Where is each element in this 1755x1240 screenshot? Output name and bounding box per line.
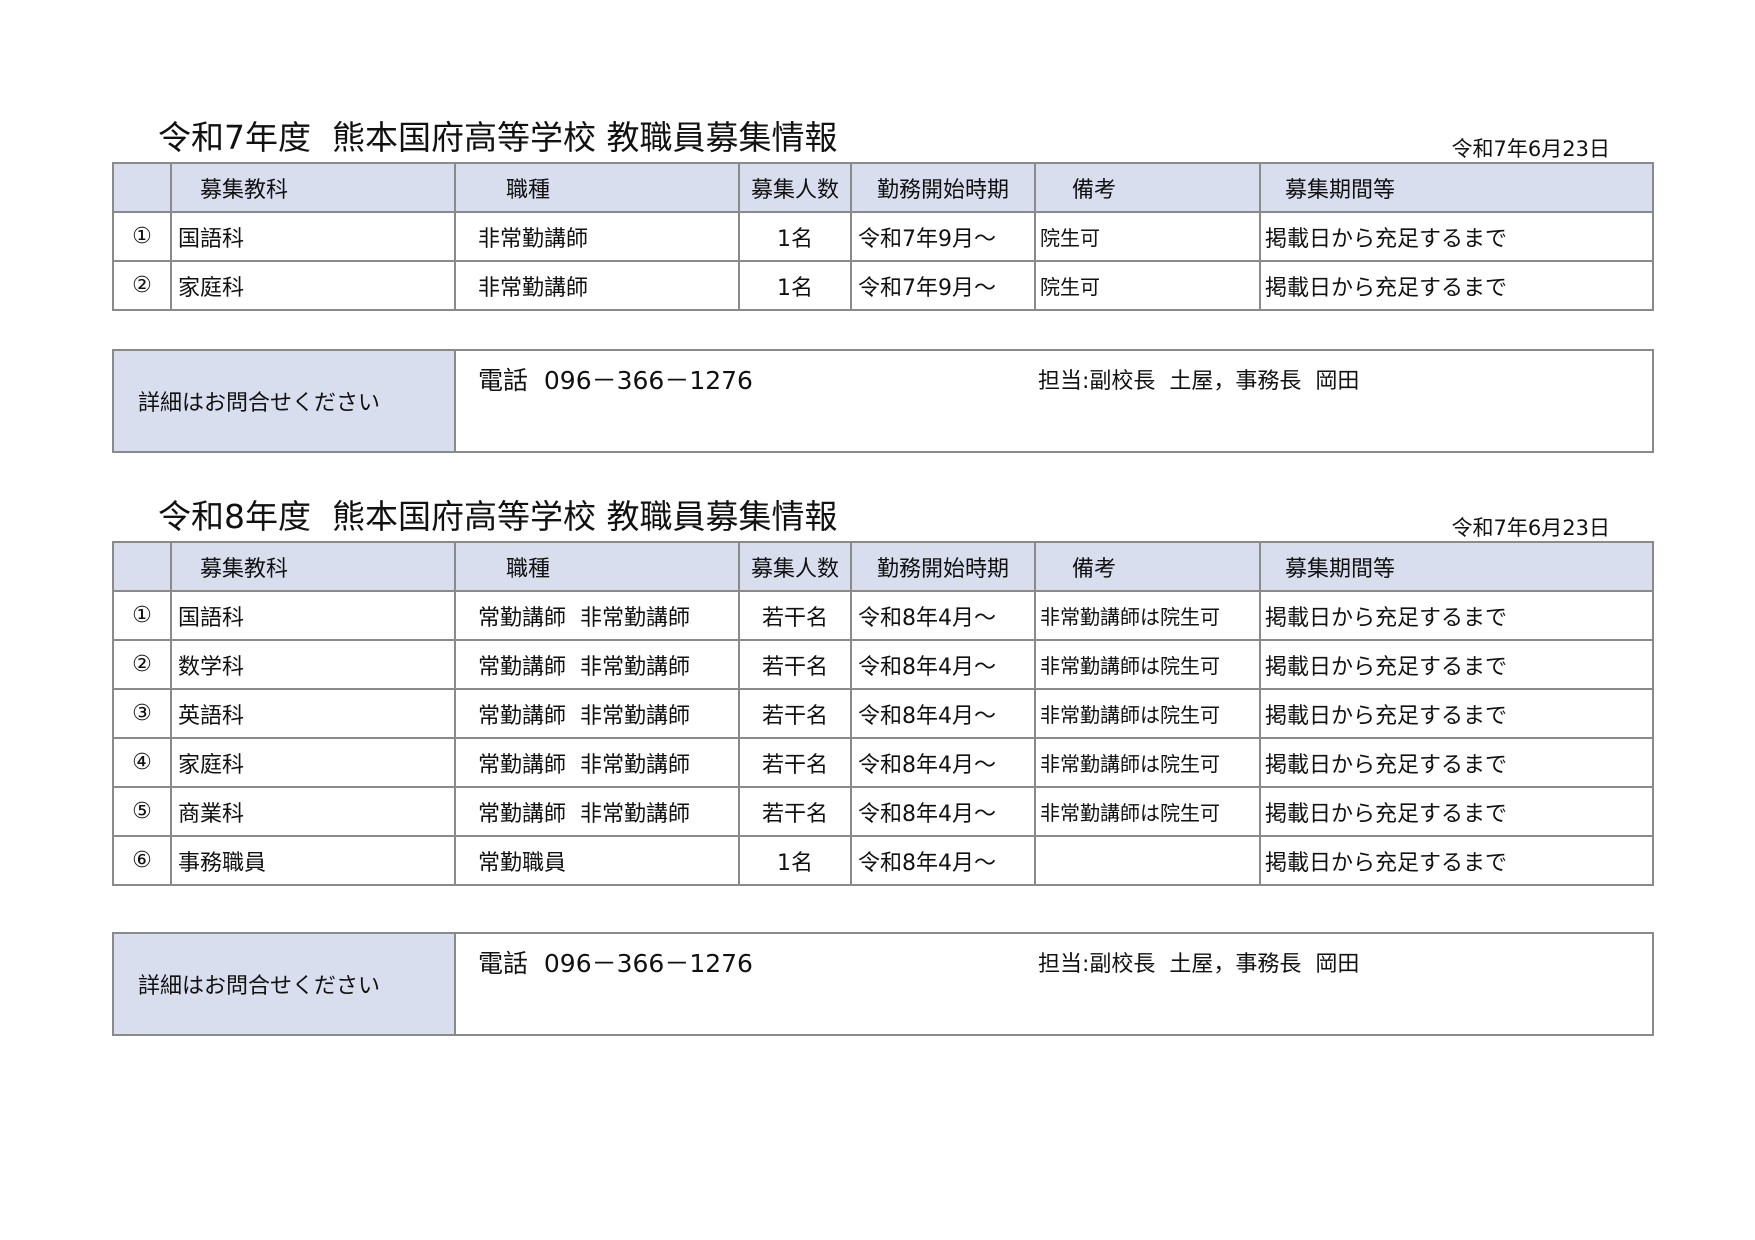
table-row: ② 家庭科 非常勤講師 1名 令和7年9月～ 院生可 掲載日から充足するまで [112, 260, 1654, 311]
row-note [1034, 835, 1261, 886]
row-type: 常勤講師 非常勤講師 [454, 786, 740, 837]
row-type: 常勤講師 非常勤講師 [454, 590, 740, 641]
contact-person: 担当:副校長 土屋，事務長 岡田 [1038, 952, 1360, 977]
header-count: 募集人数 [738, 541, 852, 592]
contact-details: 電話 096－366－1276 担当:副校長 土屋，事務長 岡田 [454, 349, 1654, 453]
row-subject: 国語科 [170, 211, 456, 262]
recruitment-table: 募集教科 職種 募集人数 勤務開始時期 備考 募集期間等 ① 国語科 常勤講師 … [112, 541, 1654, 886]
row-type: 常勤講師 非常勤講師 [454, 639, 740, 690]
contact-details: 電話 096－366－1276 担当:副校長 土屋，事務長 岡田 [454, 932, 1654, 1036]
row-start: 令和8年4月～ [850, 786, 1036, 837]
row-subject: 国語科 [170, 590, 456, 641]
row-period: 掲載日から充足するまで [1259, 590, 1654, 641]
contact-table: 詳細はお問合せください 電話 096－366－1276 担当:副校長 土屋，事務… [112, 932, 1654, 1036]
row-count: 1名 [738, 260, 852, 311]
row-note: 非常勤講師は院生可 [1034, 590, 1261, 641]
contact-person: 担当:副校長 土屋，事務長 岡田 [1038, 369, 1360, 394]
row-subject: 数学科 [170, 639, 456, 690]
table-row: ④ 家庭科 常勤講師 非常勤講師 若干名 令和8年4月～ 非常勤講師は院生可 掲… [112, 737, 1654, 788]
row-period: 掲載日から充足するまで [1259, 688, 1654, 739]
row-number: ① [112, 590, 172, 641]
row-period: 掲載日から充足するまで [1259, 737, 1654, 788]
row-period: 掲載日から充足するまで [1259, 835, 1654, 886]
row-period: 掲載日から充足するまで [1259, 211, 1654, 262]
header-subject: 募集教科 [170, 162, 456, 213]
table-header-row: 募集教科 職種 募集人数 勤務開始時期 備考 募集期間等 [112, 541, 1654, 592]
row-period: 掲載日から充足するまで [1259, 260, 1654, 311]
row-type: 常勤講師 非常勤講師 [454, 688, 740, 739]
header-note: 備考 [1034, 541, 1261, 592]
row-note: 院生可 [1034, 211, 1261, 262]
table-row: ⑥ 事務職員 常勤職員 1名 令和8年4月～ 掲載日から充足するまで [112, 835, 1654, 886]
contact-label: 詳細はお問合せください [112, 349, 456, 453]
row-type: 非常勤講師 [454, 260, 740, 311]
row-subject: 英語科 [170, 688, 456, 739]
section-date: 令和7年6月23日 [1451, 137, 1610, 161]
header-no [112, 541, 172, 592]
row-start: 令和8年4月～ [850, 590, 1036, 641]
header-type: 職種 [454, 162, 740, 213]
row-number: ② [112, 260, 172, 311]
row-count: 若干名 [738, 737, 852, 788]
row-number: ③ [112, 688, 172, 739]
header-period: 募集期間等 [1259, 162, 1654, 213]
row-start: 令和8年4月～ [850, 835, 1036, 886]
row-note: 非常勤講師は院生可 [1034, 786, 1261, 837]
row-subject: 商業科 [170, 786, 456, 837]
header-type: 職種 [454, 541, 740, 592]
row-note: 院生可 [1034, 260, 1261, 311]
row-period: 掲載日から充足するまで [1259, 639, 1654, 690]
row-start: 令和7年9月～ [850, 260, 1036, 311]
row-number: ① [112, 211, 172, 262]
row-number: ② [112, 639, 172, 690]
header-no [112, 162, 172, 213]
row-type: 常勤講師 非常勤講師 [454, 737, 740, 788]
header-start: 勤務開始時期 [850, 541, 1036, 592]
header-period: 募集期間等 [1259, 541, 1654, 592]
header-subject: 募集教科 [170, 541, 456, 592]
section-title: 令和7年度 熊本国府高等学校 教職員募集情報 [158, 118, 838, 157]
table-row: ① 国語科 常勤講師 非常勤講師 若干名 令和8年4月～ 非常勤講師は院生可 掲… [112, 590, 1654, 641]
row-subject: 家庭科 [170, 737, 456, 788]
row-number: ④ [112, 737, 172, 788]
table-row: ② 数学科 常勤講師 非常勤講師 若干名 令和8年4月～ 非常勤講師は院生可 掲… [112, 639, 1654, 690]
row-number: ⑤ [112, 786, 172, 837]
row-note: 非常勤講師は院生可 [1034, 737, 1261, 788]
contact-phone: 電話 096－366－1276 [478, 366, 753, 395]
table-header-row: 募集教科 職種 募集人数 勤務開始時期 備考 募集期間等 [112, 162, 1654, 213]
row-start: 令和8年4月～ [850, 639, 1036, 690]
row-start: 令和7年9月～ [850, 211, 1036, 262]
row-count: 1名 [738, 211, 852, 262]
row-subject: 家庭科 [170, 260, 456, 311]
header-count: 募集人数 [738, 162, 852, 213]
contact-table: 詳細はお問合せください 電話 096－366－1276 担当:副校長 土屋，事務… [112, 349, 1654, 453]
row-start: 令和8年4月～ [850, 688, 1036, 739]
contact-label: 詳細はお問合せください [112, 932, 456, 1036]
section-date: 令和7年6月23日 [1451, 516, 1610, 540]
row-subject: 事務職員 [170, 835, 456, 886]
row-period: 掲載日から充足するまで [1259, 786, 1654, 837]
table-row: ③ 英語科 常勤講師 非常勤講師 若干名 令和8年4月～ 非常勤講師は院生可 掲… [112, 688, 1654, 739]
row-note: 非常勤講師は院生可 [1034, 639, 1261, 690]
row-count: 1名 [738, 835, 852, 886]
row-number: ⑥ [112, 835, 172, 886]
row-type: 非常勤講師 [454, 211, 740, 262]
table-row: ⑤ 商業科 常勤講師 非常勤講師 若干名 令和8年4月～ 非常勤講師は院生可 掲… [112, 786, 1654, 837]
row-count: 若干名 [738, 590, 852, 641]
row-count: 若干名 [738, 639, 852, 690]
row-count: 若干名 [738, 786, 852, 837]
contact-phone: 電話 096－366－1276 [478, 949, 753, 978]
header-start: 勤務開始時期 [850, 162, 1036, 213]
recruitment-table: 募集教科 職種 募集人数 勤務開始時期 備考 募集期間等 ① 国語科 非常勤講師… [112, 162, 1654, 311]
row-type: 常勤職員 [454, 835, 740, 886]
section-title: 令和8年度 熊本国府高等学校 教職員募集情報 [158, 497, 838, 536]
row-start: 令和8年4月～ [850, 737, 1036, 788]
header-note: 備考 [1034, 162, 1261, 213]
row-count: 若干名 [738, 688, 852, 739]
table-row: ① 国語科 非常勤講師 1名 令和7年9月～ 院生可 掲載日から充足するまで [112, 211, 1654, 262]
row-note: 非常勤講師は院生可 [1034, 688, 1261, 739]
